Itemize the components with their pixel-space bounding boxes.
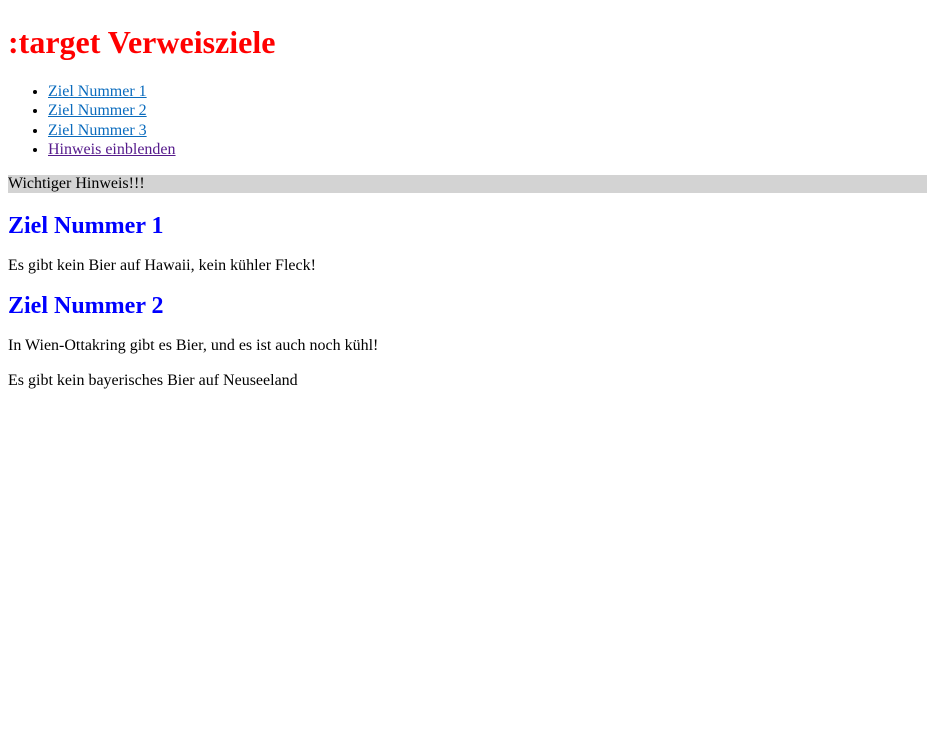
section-text-ziel-2: In Wien-Ottakring gibt es Bier, und es i… [8,337,379,355]
link-ziel-nummer-1[interactable]: Ziel Nummer 1 [48,83,147,100]
list-item: Ziel Nummer 2 [48,101,927,121]
notice-bar: Wichtiger Hinweis!!! [8,174,927,193]
list-item: Hinweis einblenden [48,140,927,160]
footer-paragraph: Es gibt kein bayerisches Bier auf Neusee… [8,371,298,389]
page-title: :target Verweisziele [8,24,276,60]
nav-list: Ziel Nummer 1 Ziel Nummer 2 Ziel Nummer … [8,82,927,160]
section-heading-ziel-2: Ziel Nummer 2 [8,292,164,319]
page: :target Verweisziele Ziel Nummer 1 Ziel … [0,0,935,751]
list-item: Ziel Nummer 3 [48,121,927,141]
section-heading-ziel-1: Ziel Nummer 1 [8,212,164,239]
list-item: Ziel Nummer 1 [48,82,927,102]
section-text-ziel-1: Es gibt kein Bier auf Hawaii, kein kühle… [8,257,316,275]
link-ziel-nummer-3[interactable]: Ziel Nummer 3 [48,122,147,139]
link-ziel-nummer-2[interactable]: Ziel Nummer 2 [48,102,147,119]
link-hinweis-einblenden[interactable]: Hinweis einblenden [48,141,176,158]
